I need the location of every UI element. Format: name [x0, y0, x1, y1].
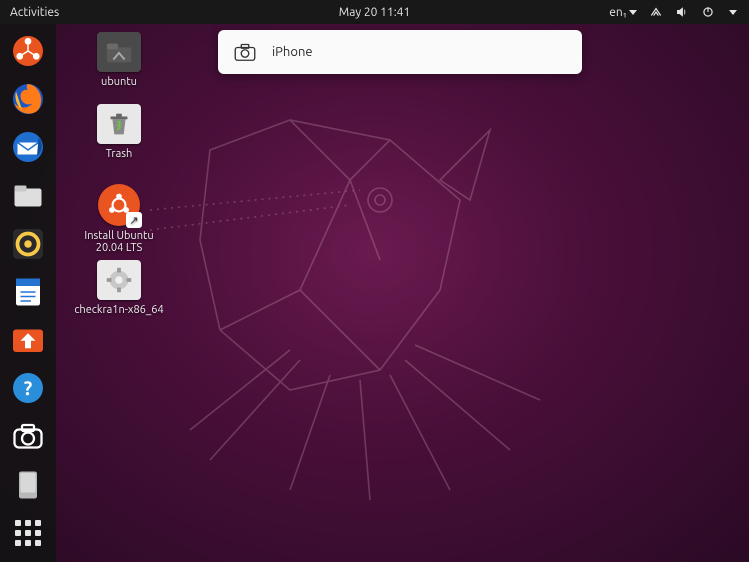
dock-software[interactable] [7, 321, 49, 359]
desktop-icon-install-ubuntu[interactable]: ↗ Install Ubuntu 20.04 LTS [74, 184, 164, 254]
clock[interactable]: May 20 11:41 [339, 6, 410, 19]
desktop-icon-label: Install Ubuntu 20.04 LTS [74, 230, 164, 254]
chevron-down-icon[interactable] [729, 10, 737, 15]
camera-icon [232, 39, 258, 65]
dock-cheese[interactable] [7, 418, 49, 456]
executable-icon [97, 260, 141, 300]
desktop-icon-label: ubuntu [74, 76, 164, 88]
dock-writer[interactable] [7, 273, 49, 311]
desktop-icon-home[interactable]: ubuntu [74, 32, 164, 88]
show-applications-button[interactable] [7, 514, 49, 552]
notification-banner[interactable]: iPhone [218, 30, 582, 74]
network-icon[interactable] [649, 5, 663, 19]
top-panel: Activities May 20 11:41 en₁ [0, 0, 749, 24]
desktop-icon-checkra1n[interactable]: checkra1n-x86_64 [74, 260, 164, 316]
dock-removable-drive[interactable] [7, 466, 49, 504]
dock-help[interactable]: ? [7, 369, 49, 407]
desktop[interactable]: ubuntu Trash ↗ Install Ubuntu 20.04 LTS … [56, 24, 749, 562]
status-area[interactable]: en₁ [609, 5, 749, 19]
dock-files[interactable] [7, 32, 49, 70]
dock-folder[interactable] [7, 177, 49, 215]
folder-home-icon [97, 32, 141, 72]
input-language-indicator[interactable]: en₁ [609, 6, 637, 19]
dock-rhythmbox[interactable] [7, 225, 49, 263]
svg-text:?: ? [24, 377, 33, 399]
notification-title: iPhone [272, 45, 313, 59]
shortcut-badge-icon: ↗ [126, 212, 142, 228]
dock: ? [0, 24, 56, 562]
desktop-icon-label: Trash [74, 148, 164, 160]
activities-button[interactable]: Activities [0, 6, 59, 19]
ubuntu-install-icon: ↗ [98, 184, 140, 226]
dock-firefox[interactable] [7, 80, 49, 118]
dock-thunderbird[interactable] [7, 128, 49, 166]
desktop-icon-label: checkra1n-x86_64 [74, 304, 164, 316]
desktop-icon-trash[interactable]: Trash [74, 104, 164, 160]
power-icon[interactable] [701, 5, 715, 19]
app-grid-icon [15, 520, 41, 546]
trash-icon [97, 104, 141, 144]
volume-icon[interactable] [675, 5, 689, 19]
